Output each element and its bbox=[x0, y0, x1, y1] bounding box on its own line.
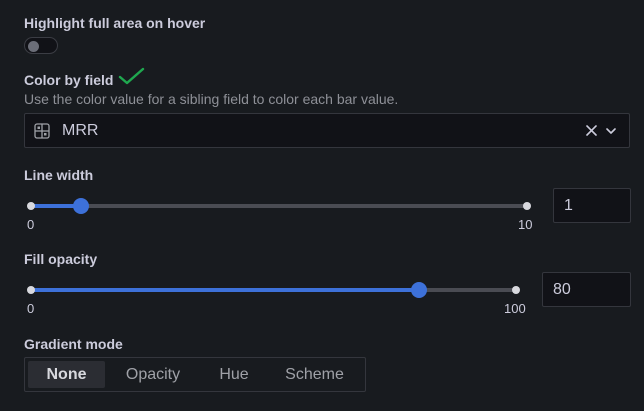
highlight-toggle[interactable] bbox=[24, 37, 58, 54]
color-by-field-description: Use the color value for a sibling field … bbox=[24, 91, 399, 107]
slider-min-dot bbox=[27, 286, 35, 294]
line-width-slider[interactable]: 0 10 bbox=[24, 196, 534, 236]
slider-min-label: 0 bbox=[27, 301, 35, 316]
highlight-label: Highlight full area on hover bbox=[24, 15, 206, 31]
color-by-field-label: Color by field bbox=[24, 72, 114, 88]
line-width-input[interactable]: 1 bbox=[553, 188, 631, 223]
checkmark-icon bbox=[118, 67, 145, 85]
gradient-mode-radio-group: None Opacity Hue Scheme bbox=[24, 357, 366, 392]
slider-max-dot bbox=[523, 202, 531, 210]
selected-field-value: MRR bbox=[62, 122, 99, 139]
slider-max-label: 10 bbox=[518, 217, 533, 232]
slider-min-dot bbox=[27, 202, 35, 210]
fill-opacity-input[interactable]: 80 bbox=[542, 272, 631, 307]
slider-max-label: 100 bbox=[504, 301, 526, 316]
slider-min-label: 0 bbox=[27, 217, 35, 232]
gradient-mode-label: Gradient mode bbox=[24, 336, 123, 352]
field-grid-icon bbox=[34, 123, 50, 139]
line-width-label: Line width bbox=[24, 167, 94, 183]
slider-track bbox=[31, 288, 419, 292]
gradient-option-scheme[interactable]: Scheme bbox=[267, 361, 362, 388]
gradient-option-hue[interactable]: Hue bbox=[201, 361, 267, 388]
slider-max-dot bbox=[512, 286, 520, 294]
fill-opacity-slider[interactable]: 0 100 bbox=[24, 280, 526, 320]
close-icon[interactable] bbox=[586, 125, 597, 136]
toggle-knob bbox=[28, 40, 39, 52]
slider-rail bbox=[31, 204, 527, 208]
fill-opacity-label: Fill opacity bbox=[24, 251, 98, 267]
slider-handle[interactable] bbox=[411, 282, 427, 298]
chevron-down-icon[interactable] bbox=[606, 127, 616, 135]
color-field-select[interactable]: MRR bbox=[24, 113, 630, 148]
gradient-option-opacity[interactable]: Opacity bbox=[105, 361, 201, 388]
gradient-option-none[interactable]: None bbox=[28, 361, 105, 388]
slider-handle[interactable] bbox=[72, 198, 89, 214]
field-options-panel: Highlight full area on hover Color by fi… bbox=[0, 0, 644, 411]
